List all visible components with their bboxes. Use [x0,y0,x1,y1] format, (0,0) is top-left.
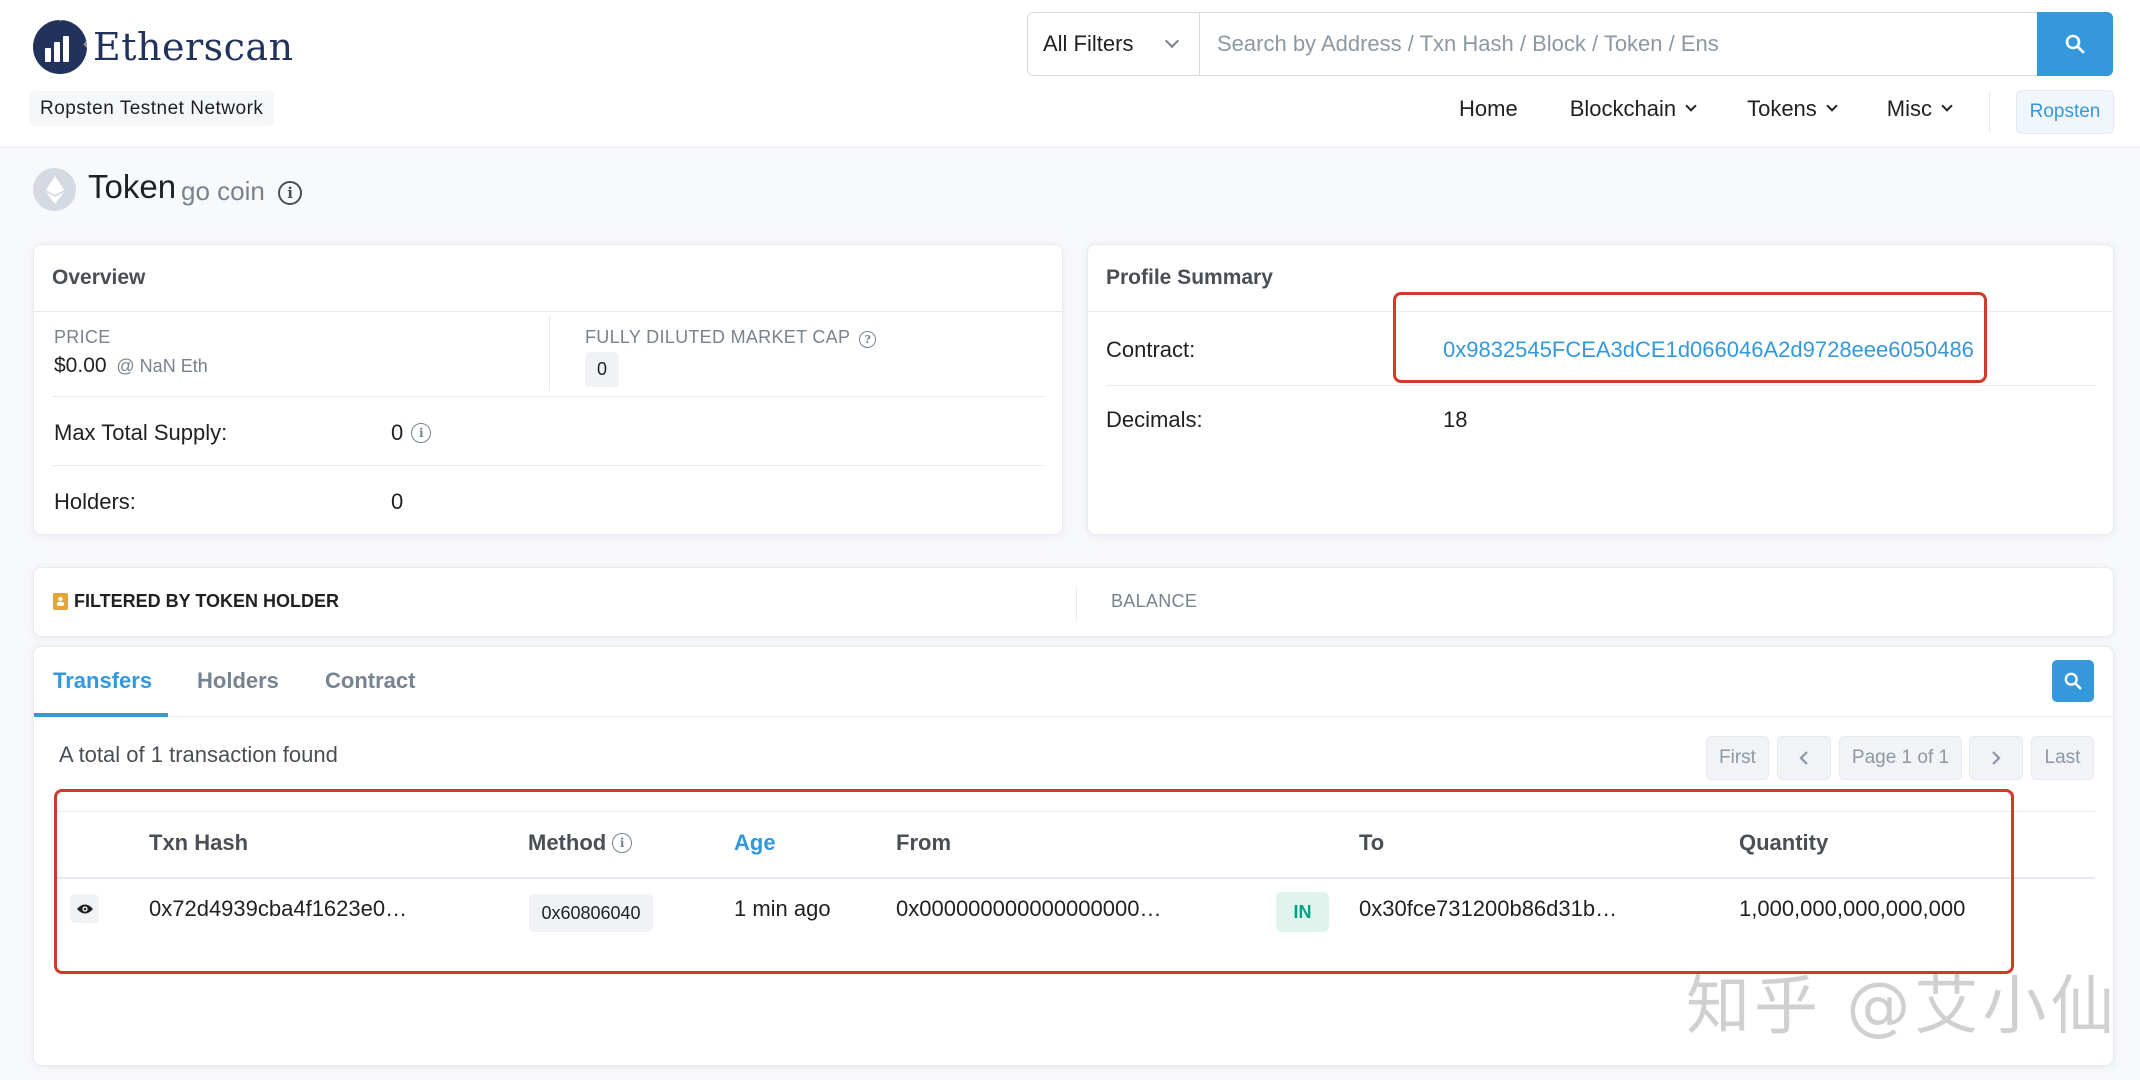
info-icon[interactable]: i [411,423,432,443]
nav-misc-label: Misc [1886,96,1933,121]
tabs-divider [34,716,2113,717]
column-txn-hash: Txn Hash [149,830,249,855]
watermark: 知乎 @艾小仙 [1686,970,2119,1044]
column-method: Method i [528,830,633,856]
column-method-label: Method [528,830,607,855]
divider [52,465,1045,466]
network-switch-button[interactable]: Ropsten [2016,90,2114,134]
method-badge: 0x60806040 [529,894,653,932]
quantity-value: 1,000,000,000,000,000 [1739,896,1966,921]
etherscan-logo-icon [33,20,87,74]
nav-misc[interactable]: Misc [1886,96,1953,122]
table-top-border [54,811,2095,812]
search-input[interactable] [1200,13,2037,75]
filter-search-button[interactable] [2052,660,2094,702]
search-icon [2065,34,2085,54]
price-label: PRICE [54,327,111,347]
eye-icon [76,904,93,913]
info-icon[interactable]: i [612,833,633,853]
nav-blockchain[interactable]: Blockchain [1569,96,1697,122]
tab-holders[interactable]: Holders [197,668,279,694]
last-page-button[interactable]: Last [2031,736,2094,780]
balance-label: BALANCE [1111,591,1198,611]
etherscan-logo[interactable]: Etherscan [33,20,294,74]
decimals-label: Decimals: [1106,407,1203,432]
nav-home-label: Home [1459,96,1518,121]
price-value: $0.00 [54,354,107,377]
age-value: 1 min ago [734,896,831,921]
max-supply-value: 0 [391,420,404,445]
chevron-right-icon [1992,751,2001,765]
max-supply-row: 0 i [391,420,432,446]
overview-card: Overview PRICE $0.00 @ NaN Eth FULLY DIL… [33,244,1063,535]
chevron-down-icon [1164,33,1180,49]
chevron-down-icon [1685,100,1697,112]
holders-value: 0 [391,489,404,514]
first-page-button[interactable]: First [1706,736,1769,780]
market-cap-value: 0 [585,352,619,387]
column-from: From [896,830,951,855]
market-cap-label-row: FULLY DILUTED MARKET CAP ? [585,327,877,348]
token-name: go coin [181,176,265,206]
chevron-left-icon [1799,751,1808,765]
search-button[interactable] [2037,12,2113,76]
page-title: Token [88,168,177,205]
profile-summary-card: Profile Summary Contract: 0x9832545FCEA3… [1087,244,2114,535]
brand-name: Etherscan [93,25,294,69]
direction-badge: IN [1276,892,1329,932]
txn-hash-link[interactable]: 0x72d4939cba4f1623e0… [149,896,407,922]
filter-label-row: FILTERED BY TOKEN HOLDER [53,591,339,612]
network-badge: Ropsten Testnet Network [29,91,275,126]
market-cap-label: FULLY DILUTED MARKET CAP [585,327,850,347]
holders-label: Holders: [54,489,136,514]
previous-page-button[interactable] [1777,736,1831,780]
token-holder-icon [53,593,68,610]
divider [549,315,550,391]
to-address: 0x30fce731200b86d31b… [1359,896,1618,921]
main-nav: Home Blockchain Tokens Misc [1459,96,1953,122]
active-tab-indicator [34,713,168,717]
decimals-value: 18 [1443,407,1468,432]
next-page-button[interactable] [1969,736,2023,780]
contract-address-link[interactable]: 0x9832545FCEA3dCE1d066046A2d9728eee60504… [1443,337,1974,363]
price-block: $0.00 @ NaN Eth [54,354,208,378]
chevron-down-icon [1941,100,1953,112]
ethereum-icon [33,168,76,211]
transaction-count: A total of 1 transaction found [59,742,338,767]
nav-divider [1989,92,1990,132]
price-eth: @ NaN Eth [116,356,208,376]
filter-select-label: All Filters [1043,31,1134,56]
column-age[interactable]: Age [734,830,776,856]
contract-label: Contract: [1106,337,1196,362]
search-bar: All Filters [1027,12,2113,76]
tab-contract[interactable]: Contract [325,668,415,694]
tab-transfers[interactable]: Transfers [53,668,152,694]
from-address-link[interactable]: 0x000000000000000000… [896,896,1161,922]
question-icon[interactable]: ? [859,331,877,348]
divider [52,396,1045,397]
page-indicator: Page 1 of 1 [1839,736,1962,780]
nav-blockchain-label: Blockchain [1569,96,1677,121]
table-header-border [54,877,2095,879]
divider [1106,385,2095,386]
nav-home[interactable]: Home [1459,96,1518,122]
chevron-down-icon [1826,100,1838,112]
max-supply-label: Max Total Supply: [54,420,228,445]
site-header: Etherscan Ropsten Testnet Network All Fi… [0,0,2140,148]
divider [1076,588,1077,620]
column-quantity: Quantity [1739,830,1829,855]
overview-header: Overview [34,245,1062,312]
nav-tokens-label: Tokens [1747,96,1817,121]
nav-tokens[interactable]: Tokens [1747,96,1838,122]
view-details-button[interactable] [70,894,99,923]
column-to: To [1359,830,1385,855]
search-icon [2064,672,2082,690]
profile-summary-header: Profile Summary [1088,245,2113,312]
info-icon[interactable]: i [278,181,303,205]
page-subtitle: go coin i [181,176,303,207]
filter-select[interactable]: All Filters [1028,13,1200,75]
filter-label: FILTERED BY TOKEN HOLDER [74,591,340,611]
filter-bar: FILTERED BY TOKEN HOLDER BALANCE [33,567,2114,637]
